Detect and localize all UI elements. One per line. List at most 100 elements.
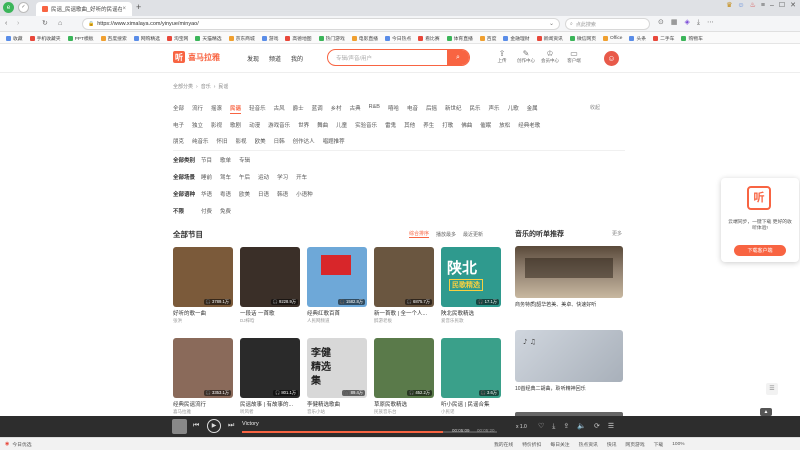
program-card[interactable]: 🎧 3.6万 听小民谣 | 民谣合集 小民谣	[441, 338, 501, 415]
category-row1-item[interactable]: 摇滚	[211, 104, 222, 114]
share-icon[interactable]: ⇪	[563, 423, 569, 430]
category-row2-item[interactable]: 经典老歌	[518, 121, 540, 129]
back-icon[interactable]: ‹	[5, 20, 7, 27]
status-item[interactable]: 热点资讯	[579, 441, 598, 448]
bookmark-item[interactable]: 新闻资讯	[536, 32, 563, 43]
category-row1-item[interactable]: 嘻哈	[388, 104, 399, 114]
download-icon[interactable]: ⤓	[697, 19, 700, 26]
filter-label[interactable]: 全部语种	[173, 190, 201, 198]
forward-icon[interactable]: ›	[17, 20, 19, 27]
filter-label[interactable]: 全部场景	[173, 173, 201, 181]
nav-discover[interactable]: 发现	[247, 54, 259, 63]
filter-label[interactable]: 不限	[173, 207, 201, 215]
program-author[interactable]: 民族音乐台	[374, 409, 434, 415]
program-title[interactable]: 听小民谣 | 民谣合集	[441, 400, 501, 408]
bookmark-item[interactable]: 看比赛	[418, 32, 440, 43]
category-row3-item[interactable]: 怀旧	[217, 137, 228, 145]
category-row2-item[interactable]: 游戏音乐	[268, 121, 290, 129]
url-dropdown-icon[interactable]: ⌄	[549, 21, 554, 27]
category-row1-item[interactable]: 古典	[350, 104, 361, 114]
program-author[interactable]: 爱音乐民歌	[441, 318, 501, 324]
filter-option[interactable]: 运动	[258, 173, 269, 181]
filter-option[interactable]: 欧美	[239, 190, 250, 198]
program-card[interactable]: 🎧 801.1万 民谣故事 | 有故事的... 听风者	[240, 338, 300, 415]
bookmark-item[interactable]: 网购精选	[133, 32, 160, 43]
program-card[interactable]: 陕北 民歌精选 🎧 17.1万 陕北民歌精选 爱音乐民歌	[441, 247, 501, 324]
new-tab-icon[interactable]: +	[136, 3, 141, 12]
program-title[interactable]: 好听的歌一曲	[173, 309, 233, 317]
bookmark-item[interactable]: 头条	[629, 32, 646, 43]
sort-tab[interactable]: 播放最多	[436, 231, 456, 238]
category-row1-item[interactable]: 流行	[192, 104, 203, 114]
category-row1-item[interactable]: 爵士	[293, 104, 304, 114]
like-icon[interactable]: ♡	[538, 423, 544, 430]
bookmark-item[interactable]: 京东商城	[228, 32, 255, 43]
header-vip-link[interactable]: ♔ 会员中心	[538, 49, 562, 64]
bookmark-item[interactable]: 百度	[479, 32, 496, 43]
feedback-icon[interactable]: ☰	[766, 383, 778, 395]
filter-option[interactable]: 免费	[220, 207, 231, 215]
bookmark-item[interactable]: PPT模板	[67, 32, 94, 43]
user-avatar-icon[interactable]: ☺	[604, 51, 619, 66]
program-card[interactable]: 🎧 1582.8万 经典红歌百首 人民网频道	[307, 247, 367, 324]
volume-icon[interactable]: 🔈	[577, 423, 586, 430]
bookmark-item[interactable]: 电影直播	[351, 32, 378, 43]
filter-option[interactable]: 歌单	[220, 156, 231, 164]
category-row2-item[interactable]: 儿童	[336, 121, 347, 129]
category-row2-item[interactable]: 雷鬼	[385, 121, 396, 129]
category-row2-item[interactable]: 养生	[423, 121, 434, 129]
program-card[interactable]: 🎧 452.2万 草原民歌精选 民族音乐台	[374, 338, 434, 415]
category-row2-item[interactable]: 其他	[404, 121, 415, 129]
program-title[interactable]: 李健精选歌曲	[307, 400, 367, 408]
home-icon[interactable]: ⌂	[58, 20, 62, 27]
category-row2-item[interactable]: 催眠	[480, 121, 491, 129]
program-author[interactable]: 听风者	[240, 409, 300, 415]
category-row1-item[interactable]: 金属	[527, 104, 538, 114]
nav-channel[interactable]: 频道	[269, 54, 281, 63]
header-creator-link[interactable]: ✎ 创作中心	[514, 49, 538, 64]
filter-option[interactable]: 付费	[201, 207, 212, 215]
category-row2-item[interactable]: 动漫	[249, 121, 260, 129]
bookmark-item[interactable]: 购物车	[681, 32, 703, 43]
category-row1-item[interactable]: 蓝调	[312, 104, 323, 114]
category-row1-item[interactable]: 全部	[173, 104, 184, 114]
status-item[interactable]: 每日关注	[550, 441, 569, 448]
category-row2-item[interactable]: 影视	[211, 121, 222, 129]
recommend-more[interactable]: 更多	[612, 230, 622, 237]
program-author[interactable]: 醉游老板	[374, 318, 434, 324]
category-row3-item[interactable]: 纯音乐	[192, 137, 209, 145]
bookmark-item[interactable]: Office	[603, 32, 622, 43]
category-row1-item[interactable]: 新世纪	[445, 104, 462, 114]
program-card[interactable]: 🎧 9228.9万 一段话 一首歌 DJ梓晗	[240, 247, 300, 324]
browser-logo-icon[interactable]: e	[3, 2, 14, 13]
browser-account-icon[interactable]: ✓	[18, 2, 29, 13]
bookmark-item[interactable]: 百度搜索	[100, 32, 127, 43]
browser-search-field[interactable]: ⌕ 点此搜索	[565, 18, 650, 30]
bookmark-item[interactable]: 今日热点	[384, 32, 411, 43]
breadcrumb-root[interactable]: 全部分类	[173, 83, 193, 90]
bookmark-item[interactable]: 收藏	[6, 32, 23, 43]
category-row1-item[interactable]: 电音	[407, 104, 418, 114]
program-author[interactable]: DJ梓晗	[240, 318, 300, 324]
bookmark-item[interactable]: 天猫精选	[195, 32, 222, 43]
filter-option[interactable]: 小语种	[296, 190, 313, 198]
category-row3-item[interactable]: 创作达人	[293, 137, 315, 145]
filter-option[interactable]: 睡前	[201, 173, 212, 181]
header-client-link[interactable]: ▭ 客户端	[562, 49, 586, 64]
breadcrumb-music[interactable]: 音乐	[201, 83, 211, 90]
bookmark-item[interactable]: 淘宝网	[166, 32, 188, 43]
previous-icon[interactable]: ⏮	[193, 422, 199, 429]
filter-option[interactable]: 韩语	[277, 190, 288, 198]
category-row3-item[interactable]: 影视	[236, 137, 247, 145]
download-track-icon[interactable]: ⤓	[552, 423, 555, 430]
program-title[interactable]: 民谣故事 | 有故事的...	[240, 400, 300, 408]
category-row1-item[interactable]: R&B	[369, 104, 380, 114]
category-row2-item[interactable]: 独立	[192, 121, 203, 129]
program-author[interactable]: 人民网频道	[307, 318, 367, 324]
status-item[interactable]: 100%	[672, 442, 684, 447]
category-row1-item[interactable]: 轻音乐	[249, 104, 266, 114]
close-window-icon[interactable]: ✕	[790, 2, 796, 9]
program-card[interactable]: 🎧 3353.1万 经典民谣流行 喜马拉雅	[173, 338, 233, 415]
sort-tab[interactable]: 综合排序	[409, 230, 430, 238]
menu-icon[interactable]: ≡	[761, 2, 765, 9]
